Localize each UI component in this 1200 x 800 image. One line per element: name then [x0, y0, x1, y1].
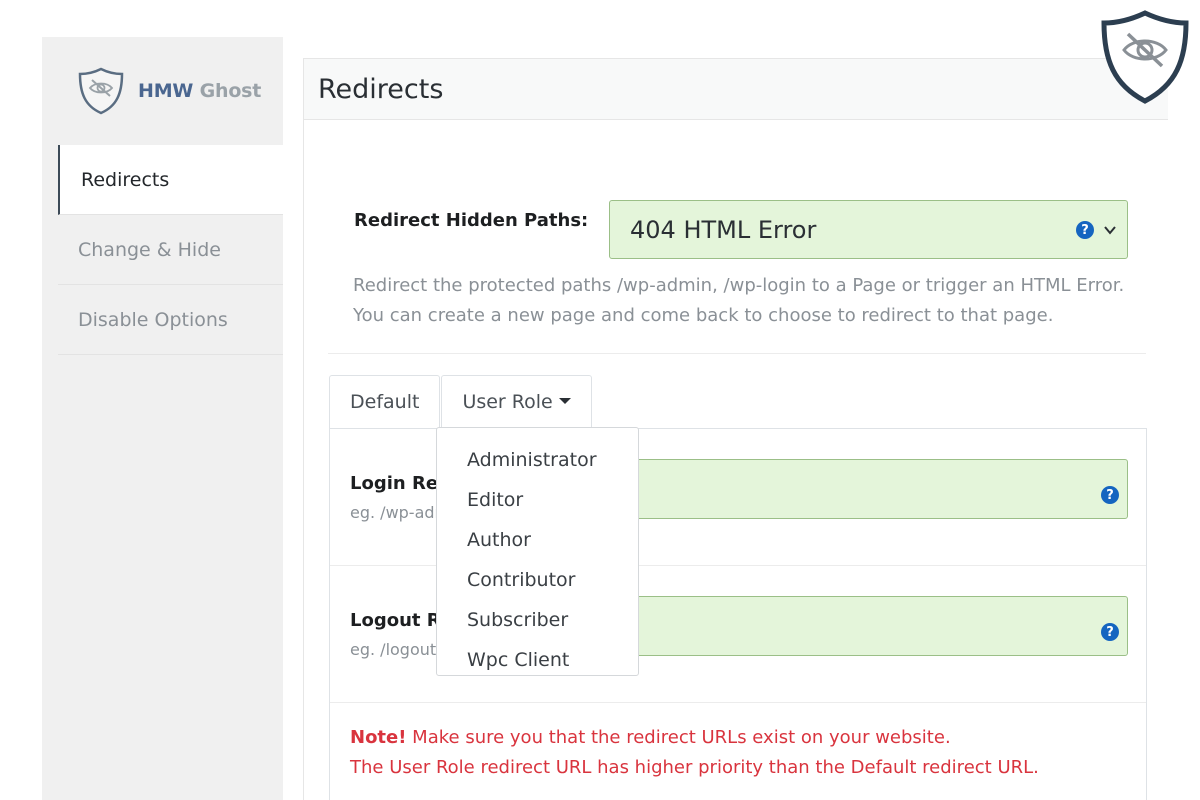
login-redirect-label: Login Rec [350, 473, 449, 494]
description-line-1: Redirect the protected paths /wp-admin, … [353, 275, 1125, 296]
dropdown-item-wpc-client[interactable]: Wpc Client [437, 640, 638, 680]
sidebar-item-disable-options[interactable]: Disable Options [58, 285, 283, 355]
note-line-2: The User Role redirect URL has higher pr… [350, 757, 1039, 778]
question-circle-icon[interactable]: ? [1076, 221, 1094, 239]
redirects-card: Redirects Redirect Hidden Paths: 404 HTM… [303, 58, 1168, 800]
login-redirect-hint: eg. /wp-adr [350, 503, 442, 522]
brand: HMW Ghost [78, 67, 261, 115]
redirect-hidden-paths-label: Redirect Hidden Paths: [354, 210, 589, 231]
description-line-2: You can create a new page and come back … [353, 305, 1054, 326]
redirect-hidden-paths-value: 404 HTML Error [630, 215, 817, 244]
question-circle-icon[interactable]: ? [1101, 623, 1119, 641]
brand-name: HMW Ghost [138, 80, 261, 102]
sidebar-nav: Redirects Change & Hide Disable Options [58, 145, 283, 355]
dropdown-item-administrator[interactable]: Administrator [437, 440, 638, 480]
note-prefix: Note! [350, 727, 407, 748]
pane-divider [330, 702, 1146, 703]
logout-redirect-hint: eg. /logout [350, 640, 437, 659]
chevron-down-icon [1104, 226, 1116, 235]
card-header: Redirects [304, 59, 1168, 120]
sidebar-item-change-hide[interactable]: Change & Hide [58, 215, 283, 285]
note-text-1: Make sure you that the redirect URLs exi… [406, 727, 951, 748]
user-role-dropdown-menu: Administrator Editor Author Contributor … [436, 427, 639, 676]
tab-default[interactable]: Default [329, 375, 441, 428]
redirect-hidden-paths-select[interactable]: 404 HTML Error ? [609, 200, 1128, 259]
login-redirect-input[interactable]: ? [618, 459, 1128, 519]
sidebar-item-redirects[interactable]: Redirects [58, 145, 283, 215]
tab-user-role-label: User Role [462, 391, 553, 413]
question-circle-icon[interactable]: ? [1101, 486, 1119, 504]
eye-slash-shield-icon [1101, 10, 1189, 104]
tab-default-label: Default [350, 391, 420, 413]
redirect-note: Note! Make sure you that the redirect UR… [350, 723, 1039, 783]
dropdown-item-editor[interactable]: Editor [437, 480, 638, 520]
dropdown-item-subscriber[interactable]: Subscriber [437, 600, 638, 640]
caret-down-icon [558, 398, 571, 404]
dropdown-item-author[interactable]: Author [437, 520, 638, 560]
tab-user-role[interactable]: User Role [441, 375, 592, 428]
brand-name-hmw: HMW [138, 80, 194, 102]
redirect-tabs: Default User Role [329, 375, 592, 428]
brand-name-ghost: Ghost [199, 80, 262, 102]
dropdown-item-contributor[interactable]: Contributor [437, 560, 638, 600]
section-divider [328, 353, 1146, 354]
redirect-hidden-paths-description: Redirect the protected paths /wp-admin, … [353, 271, 1153, 331]
brand-logo-icon [78, 67, 124, 115]
sidebar: HMW Ghost Redirects Change & Hide Disabl… [42, 37, 283, 800]
page-title: Redirects [318, 73, 444, 105]
note-line-1: Note! Make sure you that the redirect UR… [350, 723, 1039, 753]
logout-redirect-input[interactable]: ? [618, 596, 1128, 656]
